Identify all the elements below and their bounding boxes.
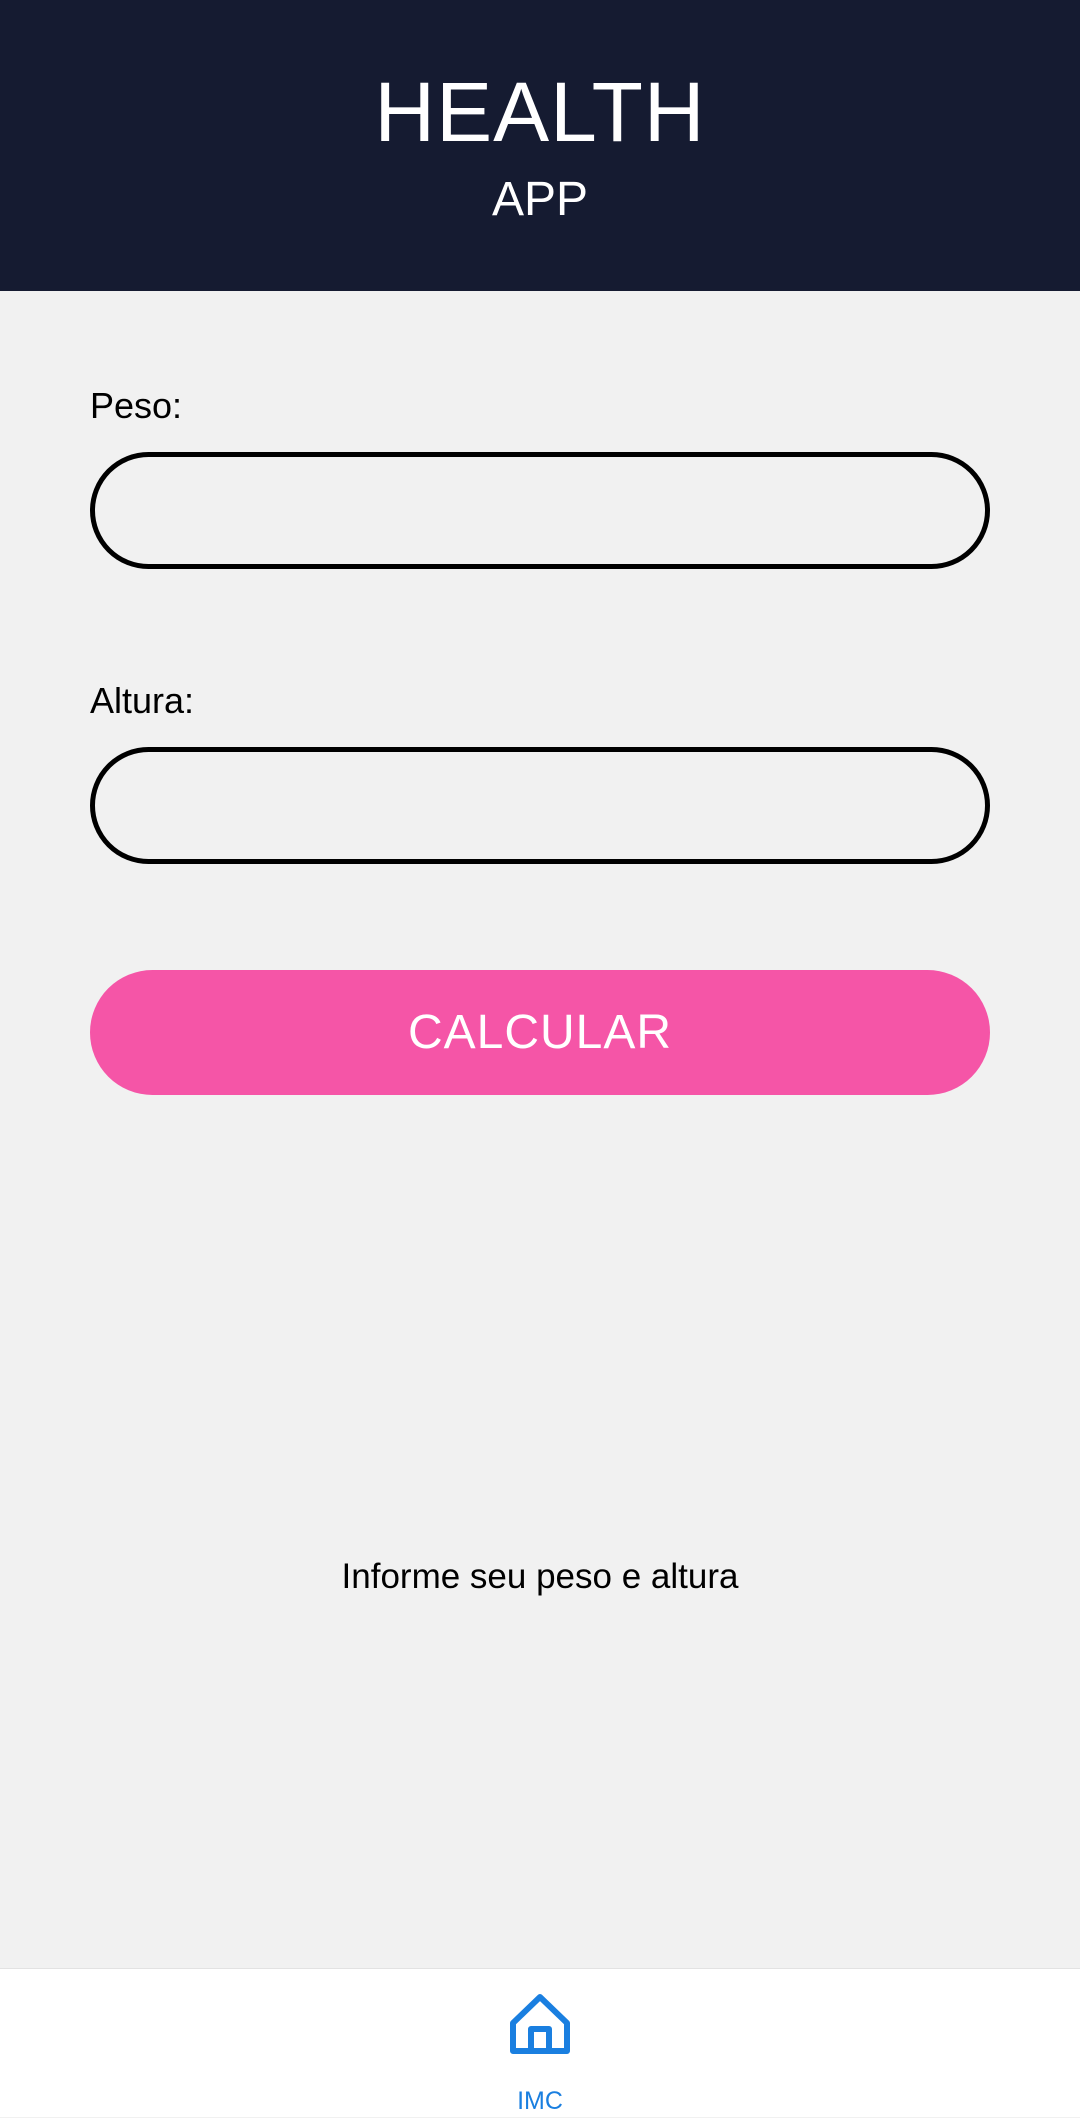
height-input[interactable] bbox=[90, 747, 990, 864]
app-header: HEALTH APP bbox=[0, 0, 1080, 291]
nav-item-label: IMC bbox=[517, 2087, 563, 2115]
weight-label: Peso: bbox=[90, 385, 183, 426]
bottom-navigation: IMC bbox=[0, 1968, 1080, 2117]
app-title: HEALTH bbox=[374, 65, 706, 159]
weight-input[interactable] bbox=[90, 452, 990, 569]
height-label: Altura: bbox=[90, 680, 195, 721]
calculate-button[interactable]: CALCULAR bbox=[90, 970, 990, 1095]
home-icon bbox=[510, 1994, 570, 2054]
app-subtitle: APP bbox=[491, 173, 589, 226]
nav-item-imc[interactable]: IMC bbox=[480, 1969, 600, 2118]
result-message: Informe seu peso e altura bbox=[341, 1557, 739, 1596]
